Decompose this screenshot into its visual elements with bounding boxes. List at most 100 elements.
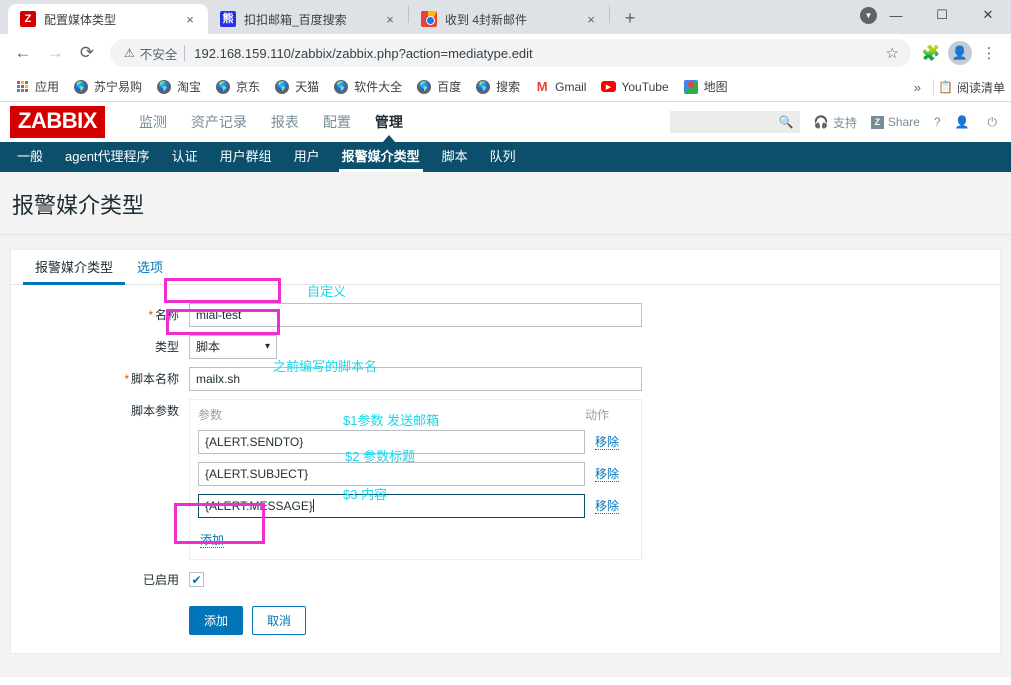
subnav-item-scripts[interactable]: 脚本 [431,142,479,172]
enabled-checkbox[interactable]: ✔ [189,572,204,587]
bookmark-gmail[interactable]: M Gmail [528,77,592,97]
script-params-table: 参数 动作 {ALERT.SENDTO} 移除 {ALERT.SUBJECT} [189,399,642,560]
param-action-2: 移除 [585,497,633,515]
tab-options[interactable]: 选项 [125,257,175,284]
close-icon[interactable]: × [382,11,398,27]
bookmark-label: 京东 [236,80,261,94]
bookmark-label: 百度 [437,80,462,94]
submit-button[interactable]: 添加 [189,606,244,635]
column-header-parameter: 参数 [198,408,223,422]
bookmark-baidu[interactable]: 🌎 百度 [410,76,467,97]
media-type-form: * 名称 mial-test 类型 脚本 ▾ * 脚本名称 mailx.sh 脚… [11,285,1000,653]
power-icon: ⏻ [987,114,998,129]
bookmark-youtube[interactable]: ▶ YouTube [594,77,674,97]
bookmark-software[interactable]: 🌎 软件大全 [327,76,408,97]
url-text: 192.168.159.110/zabbix/zabbix.php?action… [194,45,533,61]
browser-toolbar: ← → ⟳ ⚠ 不安全 192.168.159.110/zabbix/zabbi… [0,34,1011,72]
globe-icon: 🌎 [416,79,432,95]
bookmark-tmall[interactable]: 🌎 天猫 [268,76,325,97]
reload-icon[interactable]: ⟳ [72,38,102,68]
form-row-enabled: 已启用 ✔ [11,568,1000,592]
browser-tab-2[interactable]: 收到 4封新邮件 × [409,4,609,34]
extensions-puzzle-icon[interactable]: 🧩 [917,39,945,67]
close-icon[interactable]: × [583,11,599,27]
subnav-item-proxies[interactable]: agent代理程序 [54,142,161,172]
window-controls: — ☐ ✕ [873,0,1011,30]
param-input-2[interactable]: {ALERT.MESSAGE} [198,494,585,518]
zabbix-icon: Z [20,11,36,27]
support-link[interactable]: 🎧 支持 [814,114,857,131]
subnav-item-user-groups[interactable]: 用户群组 [209,142,283,172]
headset-icon: 🎧 [813,115,829,129]
new-tab-button[interactable]: + [616,4,644,32]
param-input-1[interactable]: {ALERT.SUBJECT} [198,462,585,486]
minimize-button[interactable]: — [873,0,919,30]
bookmark-search[interactable]: 🌎 搜索 [469,76,526,97]
name-input[interactable]: mial-test [189,303,642,327]
remove-link[interactable]: 移除 [595,435,620,450]
address-bar[interactable]: ⚠ 不安全 192.168.159.110/zabbix/zabbix.php?… [110,39,911,67]
gmail-icon: M [536,79,548,94]
apps-grid-icon [14,79,30,95]
param-input-0[interactable]: {ALERT.SENDTO} [198,430,585,454]
subnav-item-queue[interactable]: 队列 [479,142,527,172]
close-icon[interactable]: × [182,11,198,27]
share-link[interactable]: Z Share [870,115,920,129]
bookmark-label: 淘宝 [177,80,202,94]
bookmark-taobao[interactable]: 🌎 淘宝 [150,76,207,97]
subnav-item-media-types[interactable]: 报警媒介类型 [331,142,431,172]
browser-tab-0[interactable]: Z 配置媒体类型 × [8,4,208,34]
user-profile-link[interactable]: 👤 [955,115,974,129]
youtube-icon: ▶ [600,79,616,95]
form-row-script-params: 脚本参数 参数 动作 {ALERT.SENDTO} 移除 {ALERT.SUBJ… [11,399,1000,560]
bookmark-maps[interactable]: 地图 [677,76,734,97]
browser-tab-1[interactable]: 熊 扣扣邮箱_百度搜索 × [208,4,408,34]
subnav-item-users[interactable]: 用户 [283,142,331,172]
zabbix-logo[interactable]: ZABBIX [10,106,105,138]
bookmarks-overflow-icon[interactable]: » [906,80,929,95]
cancel-button[interactable]: 取消 [252,606,307,635]
globe-icon: 🌎 [156,79,172,95]
script-name-input[interactable]: mailx.sh [189,367,642,391]
nav-item-configuration[interactable]: 配置 [311,102,363,142]
subnav-item-general[interactable]: 一般 [6,142,54,172]
bookmark-apps[interactable]: 应用 [8,76,65,97]
more-menu-icon[interactable]: ⋮ [975,39,1003,67]
back-icon[interactable]: ← [8,38,38,68]
security-label: 不安全 [139,47,178,62]
add-param-link[interactable]: 添加 [200,533,225,548]
nav-item-administration[interactable]: 管理 [363,102,415,143]
help-link[interactable]: ? [934,115,941,129]
tab-media-type[interactable]: 报警媒介类型 [23,257,126,285]
bookmarks-bar-right: » 📋 阅读清单 [906,72,1005,102]
bookmark-star-icon[interactable]: ☆ [878,44,907,62]
search-input[interactable]: 🔍 [669,111,800,133]
nav-item-inventory[interactable]: 资产记录 [179,102,259,142]
browser-window: Z 配置媒体类型 × 熊 扣扣邮箱_百度搜索 × 收到 4封新邮件 × + ▼ … [0,0,1011,685]
sign-out-link[interactable]: ⏻ [988,115,1002,130]
search-icon[interactable]: 🔍 [779,115,794,129]
avatar[interactable]: 👤 [948,41,972,65]
forward-icon[interactable]: → [40,38,70,68]
table-row: {ALERT.SUBJECT} 移除 [190,459,641,491]
nav-item-reports[interactable]: 报表 [259,102,311,142]
page-title: 报警媒介类型 [0,172,1011,235]
text-caret [312,499,314,512]
bookmark-label: 苏宁易购 [94,80,143,94]
required-marker: * [148,308,153,322]
type-select[interactable]: 脚本 ▾ [189,335,277,359]
bookmark-jd[interactable]: 🌎 京东 [209,76,266,97]
type-label: 类型 [154,340,179,354]
remove-link[interactable]: 移除 [595,499,620,514]
form-row-name: * 名称 mial-test [11,303,1000,327]
bookmark-suning[interactable]: 🌎 苏宁易购 [67,76,148,97]
nav-item-monitoring[interactable]: 监测 [127,102,179,142]
close-window-button[interactable]: ✕ [965,0,1011,30]
maximize-button[interactable]: ☐ [919,0,965,30]
remove-link[interactable]: 移除 [595,467,620,482]
form-row-script-name: * 脚本名称 mailx.sh [11,367,1000,391]
chevron-down-icon: ▾ [264,341,270,352]
bookmark-label: YouTube [621,79,669,94]
subnav-item-authentication[interactable]: 认证 [161,142,209,172]
reading-list-label[interactable]: 阅读清单 [957,79,1005,96]
